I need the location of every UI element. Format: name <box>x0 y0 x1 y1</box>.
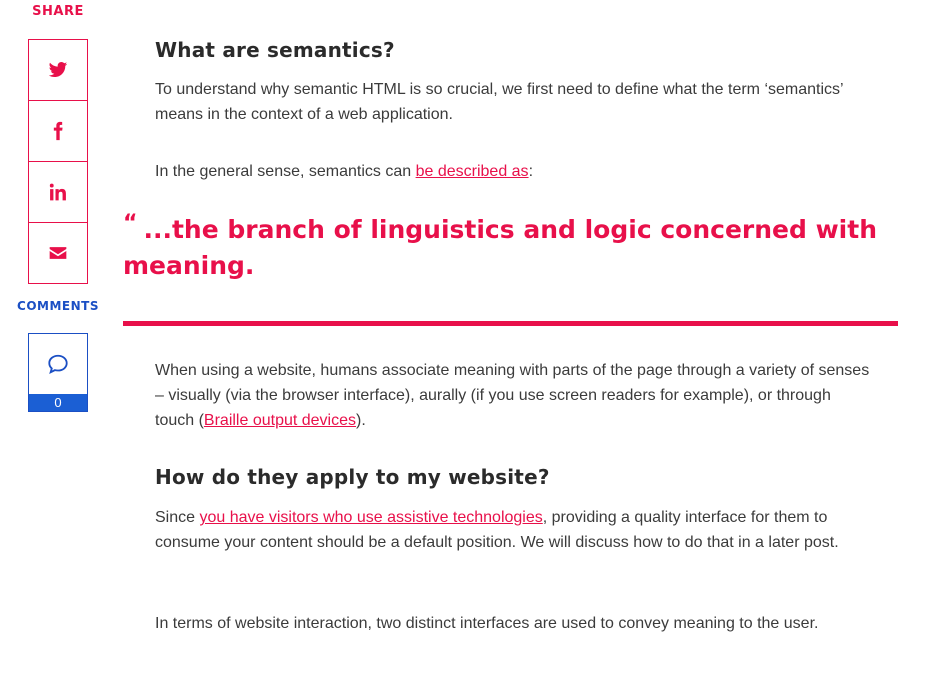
share-email-button[interactable] <box>28 222 88 284</box>
quote-divider <box>123 321 898 326</box>
comment-icon <box>48 354 68 375</box>
paragraph-2-end: : <box>528 163 534 180</box>
twitter-icon <box>48 62 68 77</box>
share-linkedin-button[interactable] <box>28 161 88 223</box>
quote-mark: “ <box>123 211 138 236</box>
be-described-as-link[interactable]: be described as <box>416 163 529 180</box>
paragraph-1: To understand why semantic HTML is so cr… <box>155 81 843 123</box>
share-facebook-button[interactable] <box>28 100 88 162</box>
quote-text: ...the branch of linguistics and logic c… <box>123 215 878 280</box>
paragraph-3: When using a website, humans associate m… <box>155 358 870 433</box>
blockquote: “...the branch of linguistics and logic … <box>123 211 893 284</box>
assistive-technologies-link[interactable]: you have visitors who use assistive tech… <box>199 509 542 526</box>
comments-button[interactable]: 0 <box>28 333 88 412</box>
paragraph-4-text: Since <box>155 509 200 526</box>
paragraph-3-end: ). <box>356 412 366 429</box>
linkedin-icon <box>49 183 66 201</box>
share-label: SHARE <box>32 4 84 19</box>
heading-what-are-semantics: What are semantics? <box>155 38 395 62</box>
share-twitter-button[interactable] <box>28 39 88 101</box>
paragraph-5: In terms of website interaction, two dis… <box>155 615 819 632</box>
heading-how-do-they-apply: How do they apply to my website? <box>155 465 550 489</box>
paragraph-2: In the general sense, semantics can be d… <box>155 159 870 184</box>
comment-count: 0 <box>29 394 87 411</box>
paragraph-4: Since you have visitors who use assistiv… <box>155 505 870 555</box>
email-icon <box>49 247 67 259</box>
comments-label: COMMENTS <box>17 299 99 313</box>
braille-output-devices-link[interactable]: Braille output devices <box>204 412 356 429</box>
comment-bubble <box>29 334 87 394</box>
paragraph-2-text: In the general sense, semantics can <box>155 163 416 180</box>
facebook-icon <box>53 121 63 141</box>
